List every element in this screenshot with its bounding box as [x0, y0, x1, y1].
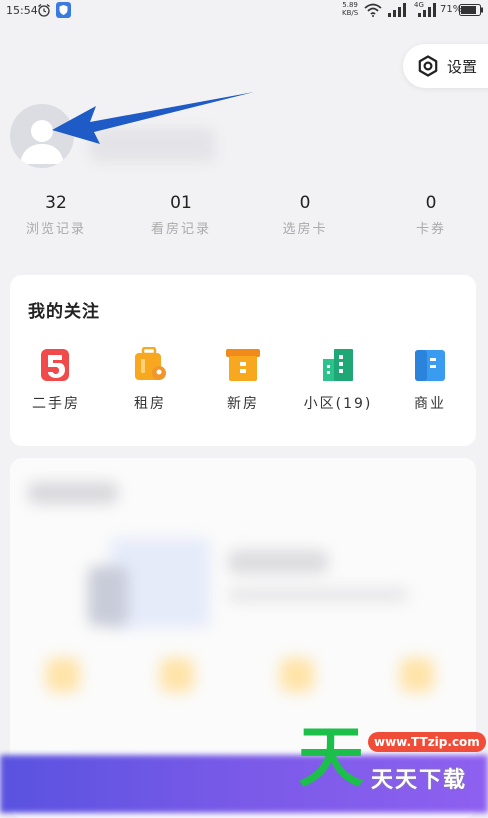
blurred-heading [28, 482, 118, 504]
second-hand-house-icon [41, 349, 69, 381]
stat-label: 看房记录 [150, 222, 211, 237]
alarm-clock-icon [38, 3, 50, 17]
battery-icon [459, 4, 483, 16]
watermark-text: 天天下载 [371, 768, 468, 793]
stat-browse-history[interactable]: 32 浏览记录 [6, 193, 106, 237]
blurred-figure [88, 566, 128, 626]
follow-new-house[interactable]: 新房 [203, 347, 283, 413]
rent-suitcase-icon [135, 347, 166, 380]
stat-viewing-history[interactable]: 01 看房记录 [131, 193, 231, 237]
wifi-icon [364, 3, 382, 17]
blurred-text [228, 550, 328, 574]
stat-coupons[interactable]: 0 卡券 [381, 193, 481, 237]
net-speed: 5.89 KB/S [342, 1, 358, 17]
stat-value: 0 [299, 193, 311, 213]
settings-gear-icon [418, 55, 438, 77]
follow-item-label: 租房 [134, 396, 166, 412]
blurred-icon [280, 658, 314, 692]
username-blurred [90, 128, 215, 162]
new-house-box-icon [226, 349, 260, 381]
follow-rent[interactable]: 租房 [110, 347, 190, 413]
blurred-icon [160, 658, 194, 692]
stat-value: 01 [170, 193, 192, 213]
status-bar: 15:54 5.89 KB/S 4G 71% [0, 0, 488, 24]
settings-label: 设置 [447, 57, 478, 76]
settings-button[interactable]: 设置 [403, 44, 488, 88]
my-follows-title: 我的关注 [28, 302, 100, 322]
follow-item-label: 小区(19) [303, 396, 373, 412]
stat-label: 选房卡 [282, 222, 328, 237]
follow-item-label: 新房 [227, 396, 259, 412]
watermark-big-char: 天 [298, 719, 364, 796]
community-buildings-icon [323, 349, 353, 381]
shield-icon [56, 2, 71, 18]
user-avatar[interactable] [10, 104, 74, 168]
commercial-building-icon [415, 350, 445, 381]
watermark-url: www.TTzip.com [368, 732, 486, 752]
stat-house-card[interactable]: 0 选房卡 [255, 193, 355, 237]
my-follows-card: 我的关注 二手房 租房 新房 小区(19) 商业 [10, 275, 476, 446]
follow-item-label: 二手房 [32, 396, 80, 412]
default-avatar-icon [20, 120, 64, 164]
signal-bars-icon [388, 3, 406, 17]
site-watermark: 天 www.TTzip.com 天天下载 [298, 722, 488, 813]
stat-label: 卡券 [415, 222, 446, 237]
follow-item-label: 商业 [414, 396, 446, 412]
blurred-icon [400, 658, 434, 692]
follow-community[interactable]: 小区(19) [298, 347, 378, 413]
stats-row: 32 浏览记录 01 看房记录 0 选房卡 0 卡券 [0, 193, 488, 243]
follow-second-hand-house[interactable]: 二手房 [16, 347, 96, 413]
net-speed-unit: KB/S [342, 9, 359, 17]
follow-commercial[interactable]: 商业 [390, 347, 470, 413]
stat-value: 32 [45, 193, 67, 213]
blurred-text [228, 588, 408, 602]
signal-bars-4g-icon [418, 3, 436, 17]
stat-label: 浏览记录 [25, 222, 86, 237]
blurred-icon [46, 658, 80, 692]
stat-value: 0 [425, 193, 437, 213]
net-speed-value: 5.89 [342, 1, 358, 9]
status-time: 15:54 [6, 4, 38, 17]
